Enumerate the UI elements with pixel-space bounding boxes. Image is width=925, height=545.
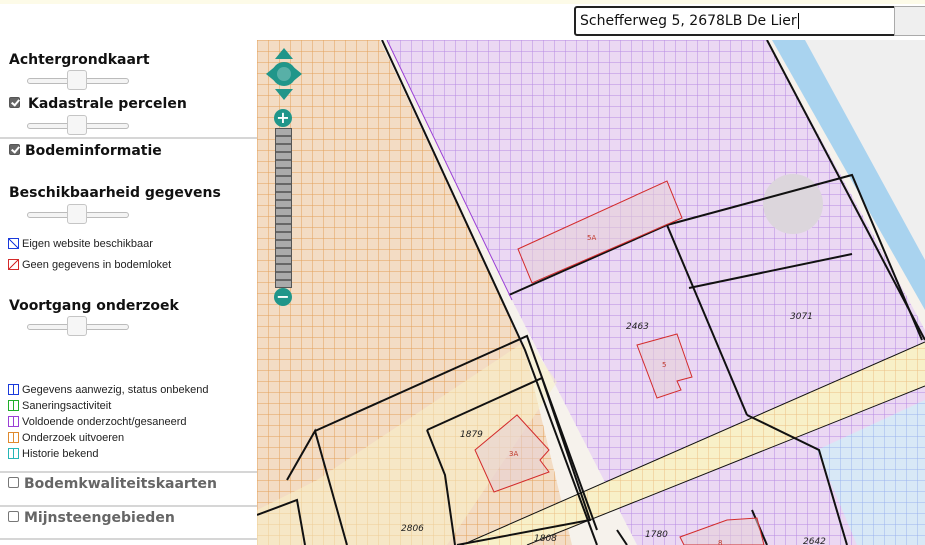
zoom-slider[interactable]: [275, 128, 292, 288]
legend-swatch: [8, 384, 19, 395]
parcel-label-2642: 2642: [803, 537, 826, 545]
zoom-out-button[interactable]: −: [274, 288, 292, 306]
mijnsteen-checkbox[interactable]: [8, 511, 19, 522]
legend-item: Gegevens aanwezig, status onbekend: [8, 384, 209, 396]
legend-swatch: [8, 448, 19, 459]
legend-label: Eigen website beschikbaar: [22, 238, 153, 250]
building-label-3a: 3A: [509, 450, 518, 458]
slider-thumb[interactable]: [67, 316, 87, 336]
kadastrale-checkbox[interactable]: [9, 97, 20, 108]
legend-label: Saneringsactiviteit: [22, 400, 112, 412]
section-title-voortgang: Voortgang onderzoek: [9, 298, 179, 314]
legend-item: Voldoende onderzocht/gesaneerd: [8, 416, 187, 428]
legend-item: Eigen website beschikbaar: [8, 238, 153, 250]
parcel-label-3071: 3071: [790, 312, 813, 322]
slider-thumb[interactable]: [67, 70, 87, 90]
bodeminformatie-checkbox[interactable]: [9, 144, 20, 155]
section-title-mijnsteen: Mijnsteengebieden: [24, 510, 175, 526]
divider: [0, 538, 257, 540]
legend-item: Saneringsactiviteit: [8, 400, 111, 412]
pan-up-icon[interactable]: [275, 48, 293, 59]
parcel-label-2806: 2806: [401, 524, 424, 534]
section-title-kadastrale: Kadastrale percelen: [28, 96, 187, 112]
pan-down-icon[interactable]: [275, 89, 293, 100]
bodemkwaliteit-checkbox[interactable]: [8, 477, 19, 488]
legend-item: Historie bekend: [8, 448, 98, 460]
building-label-5a: 5A: [587, 234, 596, 242]
voortgang-opacity-slider[interactable]: [27, 316, 129, 336]
legend-item: Onderzoek uitvoeren: [8, 432, 124, 444]
beschikbaarheid-opacity-slider[interactable]: [27, 204, 129, 224]
legend-swatch: [8, 416, 19, 427]
legend-label: Gegevens aanwezig, status onbekend: [22, 384, 209, 396]
building-label-5: 5: [662, 361, 666, 369]
zoom-in-button[interactable]: +: [274, 109, 292, 127]
slider-thumb[interactable]: [67, 204, 87, 224]
legend-swatch: [8, 400, 19, 411]
pan-center-highlight: [277, 67, 291, 81]
round-feature: [763, 174, 823, 234]
layer-sidebar: Achtergrondkaart Kadastrale percelen Bod…: [0, 40, 257, 545]
kadastrale-opacity-slider[interactable]: [27, 115, 129, 135]
section-title-bodemkwaliteit: Bodemkwaliteitskaarten: [24, 476, 217, 492]
legend-label: Geen gegevens in bodemloket: [22, 259, 172, 271]
search-button[interactable]: [894, 6, 925, 36]
legend-swatch: [8, 238, 19, 249]
divider: [0, 137, 257, 139]
parcel-label-1780: 1780: [645, 530, 668, 540]
legend-label: Onderzoek uitvoeren: [22, 432, 125, 444]
legend-swatch: [8, 259, 19, 270]
legend-item: Geen gegevens in bodemloket: [8, 259, 171, 271]
section-title-bodeminformatie: Bodeminformatie: [25, 143, 162, 159]
legend-swatch: [8, 432, 19, 443]
achtergrondkaart-opacity-slider[interactable]: [27, 70, 129, 90]
section-title-achtergrondkaart: Achtergrondkaart: [9, 52, 150, 68]
divider: [0, 505, 257, 507]
section-title-beschikbaarheid: Beschikbaarheid gegevens: [9, 185, 221, 201]
parcel-label-2463: 2463: [626, 322, 649, 332]
parcel-label-1879: 1879: [460, 430, 483, 440]
parcel-label-1808: 1808: [534, 534, 557, 544]
map-canvas[interactable]: 2463 3071 1879 2806 1808 1780 2642 5A 5 …: [257, 40, 925, 545]
search-value: Schefferweg 5, 2678LB De Lier: [580, 13, 797, 29]
top-strip: [0, 0, 925, 4]
divider: [0, 471, 257, 473]
text-caret: [797, 13, 799, 29]
map-svg: 2463 3071 1879 2806 1808 1780 2642 5A 5 …: [257, 40, 925, 545]
address-search-input[interactable]: Schefferweg 5, 2678LB De Lier: [574, 6, 898, 36]
legend-label: Historie bekend: [22, 448, 99, 460]
slider-thumb[interactable]: [67, 115, 87, 135]
pan-control[interactable]: [266, 48, 302, 100]
legend-label: Voldoende onderzocht/gesaneerd: [22, 416, 187, 428]
building-label-8: 8: [718, 539, 722, 545]
